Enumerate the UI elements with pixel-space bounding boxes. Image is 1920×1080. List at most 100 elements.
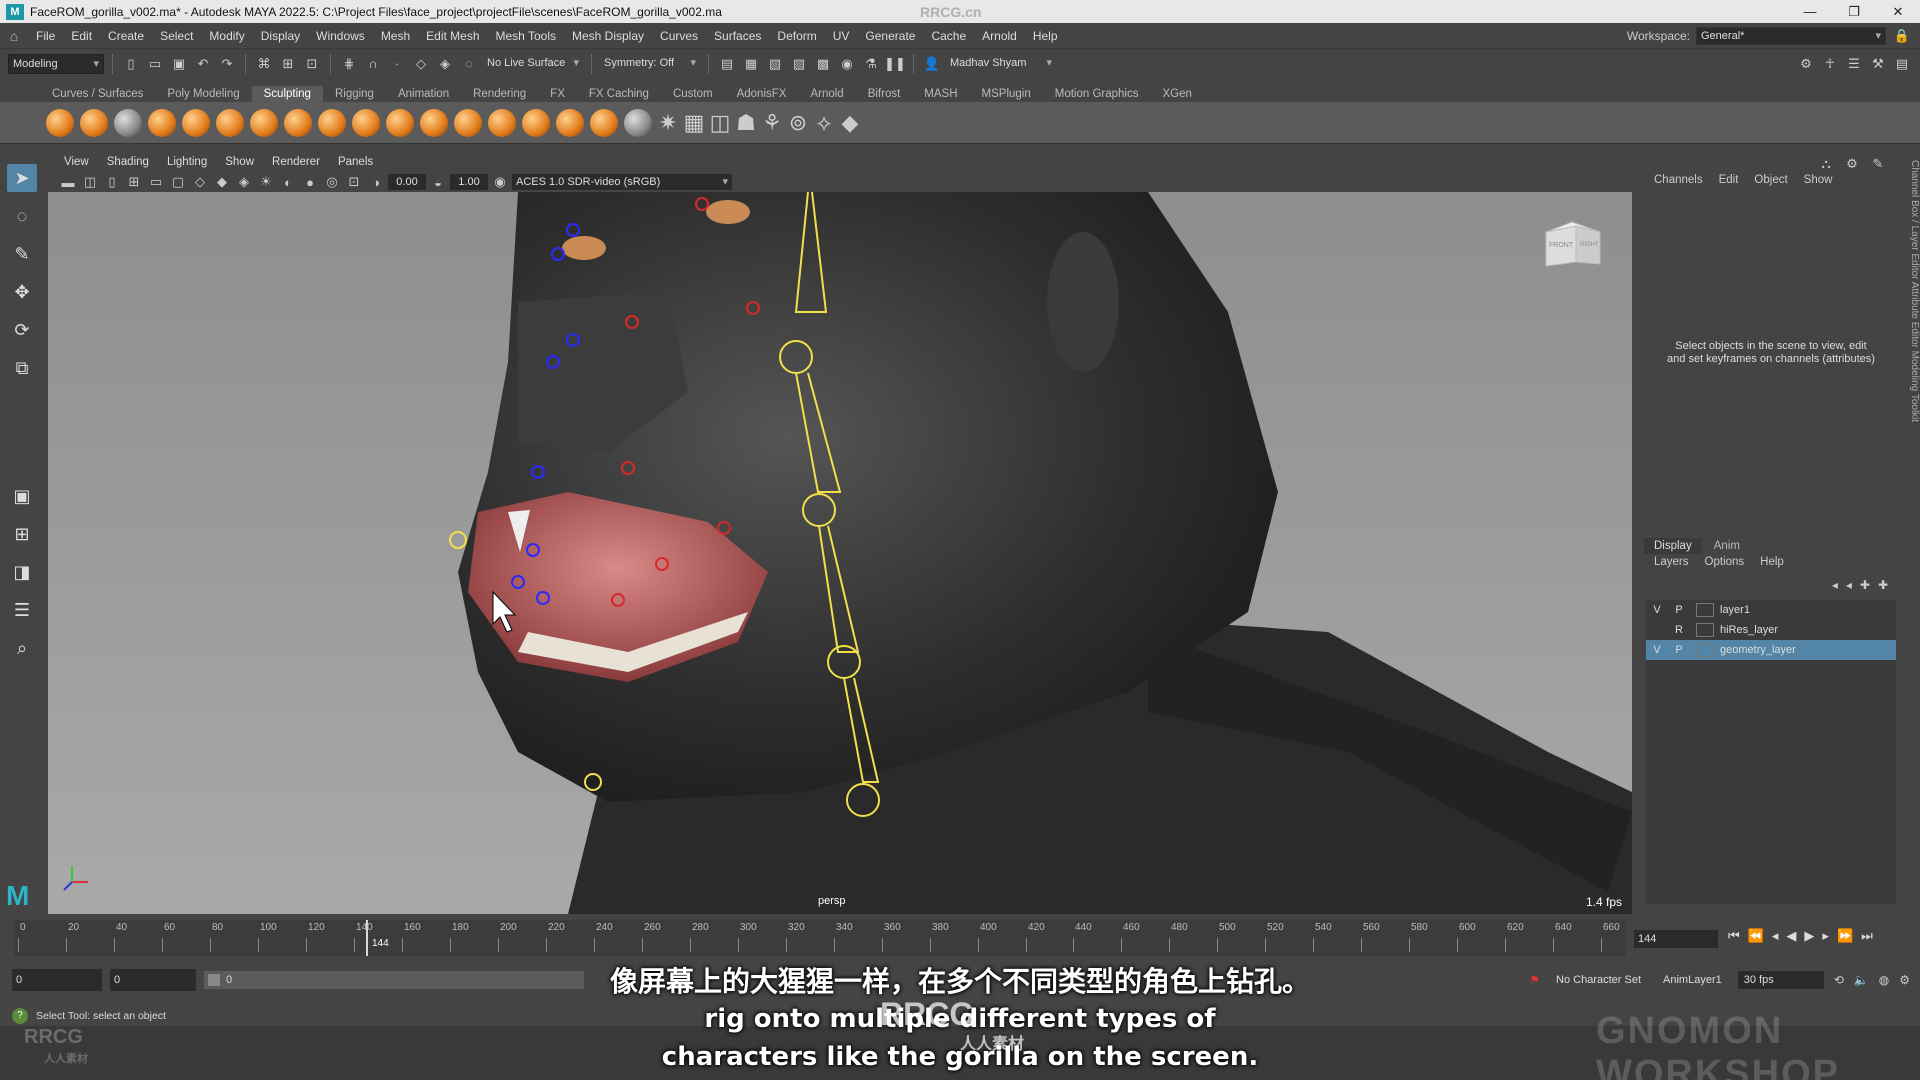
ipr-render-icon[interactable]: ▨ (789, 54, 809, 74)
render-settings-icon[interactable]: ▦ (741, 54, 761, 74)
layer-row-layer1[interactable]: V P layer1 (1646, 600, 1896, 620)
maximize-button[interactable]: ❐ (1832, 4, 1876, 20)
side-panel-tabs[interactable]: Channel Box / Layer Editor Attribute Edi… (1904, 152, 1920, 914)
shelf-tab-mash[interactable]: MASH (912, 86, 969, 102)
modeling-toolkit-icon[interactable]: ⚙ (1796, 54, 1816, 74)
move-layer-down-icon[interactable]: ◂ (1846, 578, 1852, 592)
shelf-tab-fx[interactable]: FX (538, 86, 577, 102)
stamp-icon[interactable]: ⊚ (788, 110, 808, 135)
imprint-tool-icon[interactable] (352, 108, 380, 137)
layer-row-hires[interactable]: R hiRes_layer (1646, 620, 1896, 640)
shape-editor-icon[interactable]: ☗ (736, 110, 756, 135)
menu-mesh-tools[interactable]: Mesh Tools (488, 29, 564, 43)
layer-menu-options[interactable]: Options (1699, 556, 1751, 568)
lights-icon[interactable]: ☀ (256, 172, 276, 192)
panel-menu-shading[interactable]: Shading (99, 156, 157, 168)
snap-surface-icon[interactable]: ◇ (411, 54, 431, 74)
menu-curves[interactable]: Curves (652, 29, 706, 43)
menu-cache[interactable]: Cache (923, 29, 974, 43)
auto-key-icon[interactable]: ⚑ (1529, 973, 1540, 987)
layer-color-swatch[interactable] (1696, 603, 1714, 617)
menu-generate[interactable]: Generate (857, 29, 923, 43)
shelf-tab-poly-modeling[interactable]: Poly Modeling (155, 86, 251, 102)
brush-layers-icon[interactable]: ⟡ (814, 110, 834, 135)
home-icon[interactable]: ⌂ (0, 28, 28, 44)
move-tool-icon[interactable]: ✥ (7, 278, 37, 306)
channel-menu-object[interactable]: Object (1748, 174, 1793, 186)
play-backwards-icon[interactable]: ◀ (1786, 928, 1796, 944)
loop-icon[interactable]: ⟲ (1834, 973, 1844, 987)
shelf-tab-animation[interactable]: Animation (386, 86, 461, 102)
channel-menu-show[interactable]: Show (1798, 174, 1839, 186)
select-hierarchy-icon[interactable]: ⌘ (254, 54, 274, 74)
scrape-tool-icon[interactable] (420, 108, 448, 137)
shelf-tab-curves-surfaces[interactable]: Curves / Surfaces (40, 86, 155, 102)
current-frame-field[interactable]: 144 (1634, 930, 1718, 948)
isolate-select-icon[interactable]: ⊡ (344, 172, 364, 192)
menu-edit[interactable]: Edit (63, 29, 100, 43)
textured-icon[interactable]: ◈ (234, 172, 254, 192)
shelf-tab-custom[interactable]: Custom (661, 86, 725, 102)
bulge-tool-icon[interactable] (556, 108, 584, 137)
spray-tool-icon[interactable] (284, 108, 312, 137)
scale-tool-icon[interactable]: ⧉ (7, 354, 37, 382)
menu-display[interactable]: Display (253, 29, 308, 43)
amplify-tool-icon[interactable] (590, 108, 618, 137)
shelf-tab-rigging[interactable]: Rigging (323, 86, 386, 102)
undo-icon[interactable]: ↶ (193, 54, 213, 74)
tab-display[interactable]: Display (1644, 538, 1702, 554)
symmetry-dropdown[interactable]: Symmetry: Off (600, 53, 700, 74)
menu-mesh-display[interactable]: Mesh Display (564, 29, 652, 43)
film-gate-icon[interactable]: ▭ (146, 172, 166, 192)
layer-display-type-toggle[interactable]: P (1668, 604, 1690, 616)
go-to-start-icon[interactable]: ⏮ (1728, 928, 1740, 944)
start-time-field[interactable]: 0 (12, 969, 102, 991)
pinch-tool-icon[interactable] (182, 108, 210, 137)
anim-start-field[interactable]: 0 (110, 969, 196, 991)
knife-tool-icon[interactable] (488, 108, 516, 137)
search-icon[interactable]: ⌕ (7, 634, 37, 662)
bookmark-icon[interactable]: ◫ (80, 172, 100, 192)
perspective-viewport[interactable]: FRONT RIGHT persp 1.4 fps (48, 192, 1632, 914)
panel-menu-view[interactable]: View (56, 156, 97, 168)
render-view-icon[interactable]: ▩ (813, 54, 833, 74)
mask-icon[interactable]: ◆ (840, 110, 860, 135)
select-component-icon[interactable]: ⊡ (302, 54, 322, 74)
workspace-dropdown[interactable]: General* (1696, 26, 1886, 45)
playback-range-bar[interactable]: 0 (204, 971, 584, 989)
image-plane-icon[interactable]: ▯ (102, 172, 122, 192)
single-perspective-layout-icon[interactable]: ▣ (7, 482, 37, 510)
shelf-tab-msplugin[interactable]: MSPlugin (970, 86, 1043, 102)
wax-tool-icon[interactable] (386, 108, 414, 137)
layer-display-type-toggle[interactable]: P (1668, 644, 1690, 656)
user-account-dropdown[interactable]: Madhav Shyam (946, 53, 1056, 74)
select-tool-icon[interactable]: ➤ (7, 164, 37, 192)
shelf-tab-motion-graphics[interactable]: Motion Graphics (1043, 86, 1151, 102)
menu-help[interactable]: Help (1025, 29, 1066, 43)
shadows-icon[interactable]: ◐ (278, 172, 298, 192)
blend-shape-icon[interactable]: ◫ (710, 110, 731, 135)
ambient-occlusion-icon[interactable]: ● (300, 172, 320, 192)
menu-mesh[interactable]: Mesh (373, 29, 418, 43)
panel-menu-show[interactable]: Show (217, 156, 262, 168)
snap-plane-icon[interactable]: ◈ (435, 54, 455, 74)
shelf-tab-bifrost[interactable]: Bifrost (856, 86, 913, 102)
menu-modify[interactable]: Modify (201, 29, 252, 43)
move-layer-up-icon[interactable]: ◂ (1832, 578, 1838, 592)
color-management-icon[interactable]: ◉ (490, 172, 510, 192)
snap-curve-icon[interactable]: ∩ (363, 54, 383, 74)
gamma-field[interactable]: 1.00 (450, 174, 488, 190)
smooth-shade-icon[interactable]: ◆ (212, 172, 232, 192)
lasso-tool-icon[interactable]: ◌ (7, 202, 37, 230)
channel-menu-channels[interactable]: Channels (1648, 174, 1709, 186)
sculpt-grid-icon[interactable]: ▦ (684, 110, 705, 135)
view-transform-dropdown[interactable]: ACES 1.0 SDR-video (sRGB) (512, 174, 732, 190)
menu-file[interactable]: File (28, 29, 63, 43)
play-forwards-icon[interactable]: ▶ (1804, 928, 1814, 944)
cache-icon[interactable]: ◍ (1879, 973, 1889, 987)
menuset-dropdown[interactable]: Modeling (8, 53, 104, 74)
shelf-tab-adonisfx[interactable]: AdonisFX (725, 86, 799, 102)
repeat-tool-icon[interactable] (318, 108, 346, 137)
minimize-button[interactable]: — (1788, 4, 1832, 19)
human-ik-icon[interactable]: ☥ (1820, 54, 1840, 74)
